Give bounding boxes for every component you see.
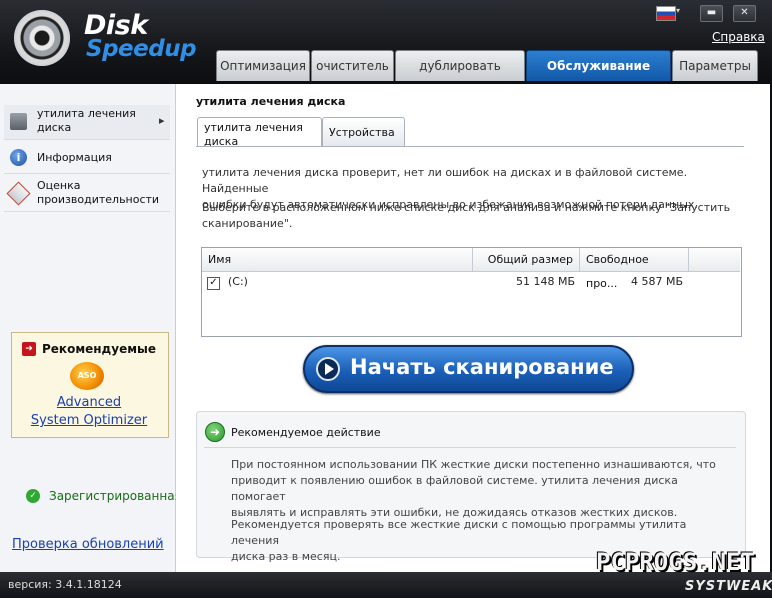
- sidebar-item-label: Информация: [37, 151, 112, 164]
- sidebar-item-disk-repair[interactable]: утилита лечения диска ▸: [4, 105, 170, 140]
- language-dropdown-icon[interactable]: ▾: [676, 6, 680, 15]
- registered-status: Зарегистрированная: [49, 489, 182, 503]
- logo-text-speedup: Speedup: [86, 36, 197, 62]
- benchmark-icon: [6, 181, 31, 206]
- check-circle-icon: ✓: [26, 489, 40, 503]
- subtab-divider: [196, 146, 744, 147]
- column-header-free-space[interactable]: Свободное про...: [580, 248, 689, 290]
- arrow-right-circle-icon: ➜: [205, 422, 225, 442]
- arrow-right-icon: ➜: [22, 342, 36, 356]
- check-updates-link[interactable]: Проверка обновлений: [12, 537, 164, 552]
- description-line: утилита лечения диска проверит, нет ли о…: [202, 166, 688, 195]
- tab-optimization[interactable]: Оптимизация: [216, 50, 310, 81]
- recommended-action-text: При постоянном использовании ПК жесткие …: [231, 457, 731, 521]
- subtab-label: Устройства: [329, 126, 395, 139]
- aso-link-line1[interactable]: Advanced: [11, 395, 167, 410]
- subtab-label: утилита лечения: [204, 121, 303, 134]
- sidebar-item-information[interactable]: i Информация: [4, 143, 170, 174]
- disk-free-space: 4 587 МБ: [630, 275, 683, 288]
- sidebar-item-label: производительности: [37, 193, 160, 206]
- sidebar-item-label: утилита лечения: [37, 107, 136, 120]
- play-triangle: [325, 363, 334, 375]
- recommended-action-line: Рекомендуется проверять все жесткие диск…: [231, 518, 687, 547]
- recommended-action-divider: [204, 447, 736, 448]
- sidebar-item-label: диска: [37, 121, 72, 134]
- sidebar-item-benchmark[interactable]: Оценка производительности: [4, 177, 170, 212]
- column-header-name[interactable]: Имя: [202, 248, 473, 272]
- instruction-line: сканирование".: [202, 217, 293, 230]
- column-header-filler: [689, 248, 740, 272]
- tab-duplicate-files[interactable]: дублировать Файлы: [395, 50, 525, 104]
- chevron-right-icon: ▸: [159, 114, 165, 127]
- disk-logo-icon: [14, 10, 70, 66]
- tab-disk-maintenance[interactable]: Обслуживание дисков: [526, 50, 671, 104]
- close-button[interactable]: ✕: [733, 5, 756, 22]
- recommended-title: Рекомендуемые: [42, 342, 157, 356]
- recommended-action-line: приводит к появлению ошибок в файловой с…: [231, 474, 678, 503]
- aso-logo-icon[interactable]: ASO: [70, 362, 104, 390]
- page-title: утилита лечения диска: [196, 95, 346, 108]
- recommended-action-title: Рекомендуемое действие: [231, 426, 381, 439]
- language-flag-icon[interactable]: [656, 6, 676, 21]
- version-label: версия: 3.4.1.18124: [8, 578, 122, 591]
- watermark-text: PCPROGS.NET: [596, 548, 755, 576]
- recommended-action-line: При постоянном использовании ПК жесткие …: [231, 458, 716, 471]
- instruction-line: Выберите в расположенном ниже списке дис…: [202, 201, 731, 214]
- brand-logo-text: SYSTWEAK: [685, 579, 772, 594]
- tab-cleaner[interactable]: очиститель: [311, 50, 394, 81]
- instruction-text: Выберите в расположенном ниже списке дис…: [202, 200, 732, 232]
- subtab-disk-repair[interactable]: утилита лечения диска: [197, 117, 322, 148]
- column-header-total-size[interactable]: Общий размер: [473, 248, 580, 272]
- info-icon: i: [10, 149, 27, 166]
- sidebar-item-label: Оценка: [37, 179, 81, 192]
- disk-checkbox[interactable]: ✓: [207, 277, 220, 290]
- tab-settings[interactable]: Параметры: [672, 50, 758, 81]
- minimize-button[interactable]: ▬: [700, 5, 723, 22]
- help-link[interactable]: Справка: [712, 30, 765, 44]
- subtab-devices[interactable]: Устройства: [322, 117, 405, 147]
- aso-link-line2[interactable]: System Optimizer: [11, 413, 167, 428]
- start-scan-label[interactable]: Начать сканирование: [350, 355, 614, 379]
- disk-name[interactable]: (C:): [228, 275, 248, 288]
- disk-repair-icon: [10, 113, 27, 130]
- disk-total-size: 51 148 МБ: [515, 275, 575, 288]
